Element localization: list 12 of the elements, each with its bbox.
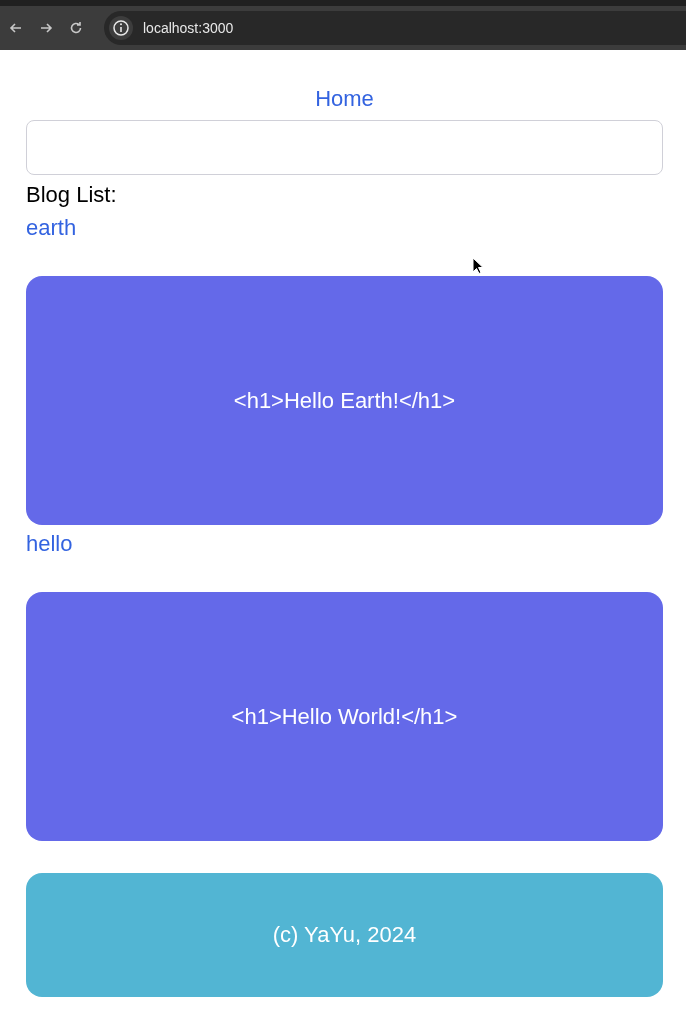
mouse-pointer-icon — [472, 257, 484, 275]
blog-content-text: <h1>Hello World!</h1> — [231, 703, 458, 730]
footer-text: (c) YaYu, 2024 — [272, 922, 417, 948]
blog-title-link[interactable]: earth — [26, 213, 77, 243]
url-text: localhost:3000 — [143, 20, 234, 36]
blog-title-link[interactable]: hello — [26, 529, 73, 559]
blog-list-heading: Blog List: — [26, 181, 118, 209]
input-field[interactable] — [26, 120, 663, 175]
info-icon[interactable] — [109, 16, 133, 40]
home-link[interactable]: Home — [315, 86, 374, 111]
blog-content-text: <h1>Hello Earth!</h1> — [233, 387, 456, 414]
address-bar[interactable]: localhost:3000 — [104, 11, 686, 45]
